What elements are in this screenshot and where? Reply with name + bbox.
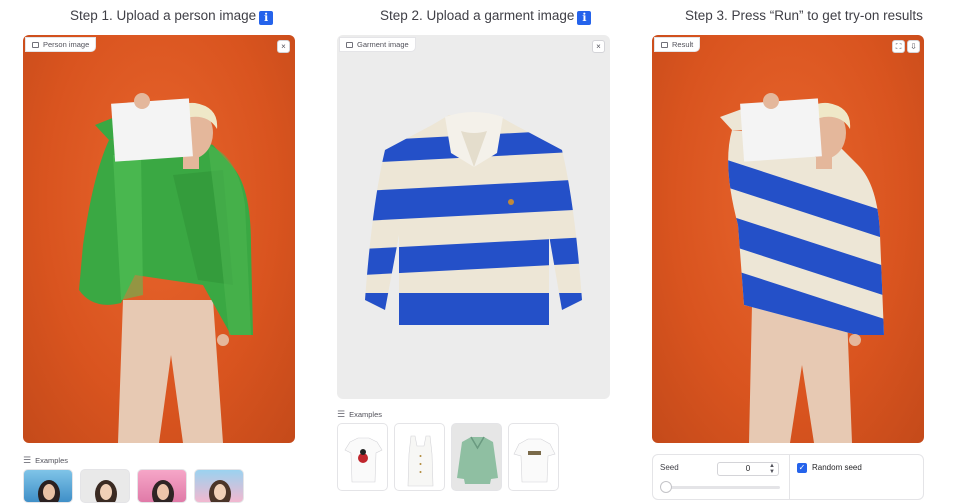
portrait-thumbnail bbox=[209, 480, 231, 502]
result-label-text: Result bbox=[672, 40, 694, 49]
result-photo bbox=[720, 93, 885, 443]
image-icon bbox=[346, 41, 353, 48]
person-image-panel[interactable]: Person image × bbox=[23, 35, 295, 443]
seed-slider-thumb[interactable] bbox=[660, 481, 672, 493]
seed-value: 0 bbox=[745, 464, 751, 473]
seed-label: Seed bbox=[660, 463, 679, 472]
list-icon: ☰ bbox=[337, 409, 346, 419]
person-image-label-text: Person image bbox=[43, 40, 90, 49]
random-seed-label[interactable]: Random seed bbox=[812, 463, 862, 472]
person-examples-label-text: Examples bbox=[35, 456, 69, 465]
person-example-thumb-4[interactable] bbox=[194, 469, 244, 503]
step1-text: Step 1. Upload a person image bbox=[70, 8, 257, 23]
garment-example-thumb-4[interactable] bbox=[508, 423, 559, 491]
seed-slider-track[interactable] bbox=[663, 486, 780, 489]
list-icon: ☰ bbox=[23, 455, 32, 465]
step3-title: Step 3. Press “Run” to get try-on result… bbox=[685, 8, 923, 23]
person-example-thumb-3[interactable] bbox=[137, 469, 187, 503]
person-examples-label: ☰ Examples bbox=[23, 455, 68, 466]
garment-examples-label: ☰ Examples bbox=[337, 409, 382, 420]
garment-image-label: Garment image bbox=[339, 37, 416, 52]
person-example-thumb-1[interactable] bbox=[23, 469, 73, 503]
tank-top-thumbnail bbox=[407, 435, 434, 487]
settings-panel: Seed 0 ▲ ▼ ✓ Random seed bbox=[652, 454, 924, 500]
image-icon bbox=[32, 41, 39, 48]
info-icon: ℹ bbox=[577, 11, 592, 25]
result-label: Result bbox=[654, 37, 701, 52]
fullscreen-icon[interactable]: ⛶ bbox=[892, 40, 905, 53]
garment-examples-label-text: Examples bbox=[349, 410, 383, 419]
spinner-icon[interactable]: ▲ ▼ bbox=[769, 463, 775, 475]
garment-image-panel[interactable]: Garment image × bbox=[337, 35, 610, 399]
garment-example-thumb-1[interactable] bbox=[337, 423, 388, 491]
tshirt-thumbnail bbox=[344, 437, 383, 483]
portrait-thumbnail bbox=[152, 480, 174, 502]
garment-photo bbox=[365, 112, 582, 325]
step2-text: Step 2. Upload a garment image bbox=[380, 8, 575, 23]
person-image-label: Person image bbox=[25, 37, 97, 52]
step2-title: Step 2. Upload a garment image ℹ bbox=[380, 8, 592, 25]
garment-example-thumb-3[interactable] bbox=[451, 423, 502, 491]
close-icon[interactable]: × bbox=[277, 40, 290, 53]
info-icon: ℹ bbox=[259, 11, 274, 25]
tshirt-thumbnail bbox=[513, 438, 556, 483]
result-panel: Result ⛶ ⇩ bbox=[652, 35, 924, 443]
seed-input[interactable]: 0 ▲ ▼ bbox=[717, 462, 779, 476]
step1-title: Step 1. Upload a person image ℹ bbox=[70, 8, 274, 25]
person-example-thumb-2[interactable] bbox=[80, 469, 130, 503]
download-icon[interactable]: ⇩ bbox=[907, 40, 920, 53]
portrait-thumbnail bbox=[95, 480, 117, 502]
garment-image-label-text: Garment image bbox=[357, 40, 409, 49]
person-photo bbox=[79, 93, 253, 443]
settings-divider bbox=[789, 455, 790, 499]
garment-example-thumb-2[interactable] bbox=[394, 423, 445, 491]
jacket-thumbnail bbox=[457, 436, 498, 484]
image-icon bbox=[661, 41, 668, 48]
random-seed-checkbox[interactable]: ✓ bbox=[797, 463, 807, 473]
step3-text: Step 3. Press “Run” to get try-on result… bbox=[685, 8, 923, 23]
close-icon[interactable]: × bbox=[592, 40, 605, 53]
portrait-thumbnail bbox=[38, 480, 60, 502]
